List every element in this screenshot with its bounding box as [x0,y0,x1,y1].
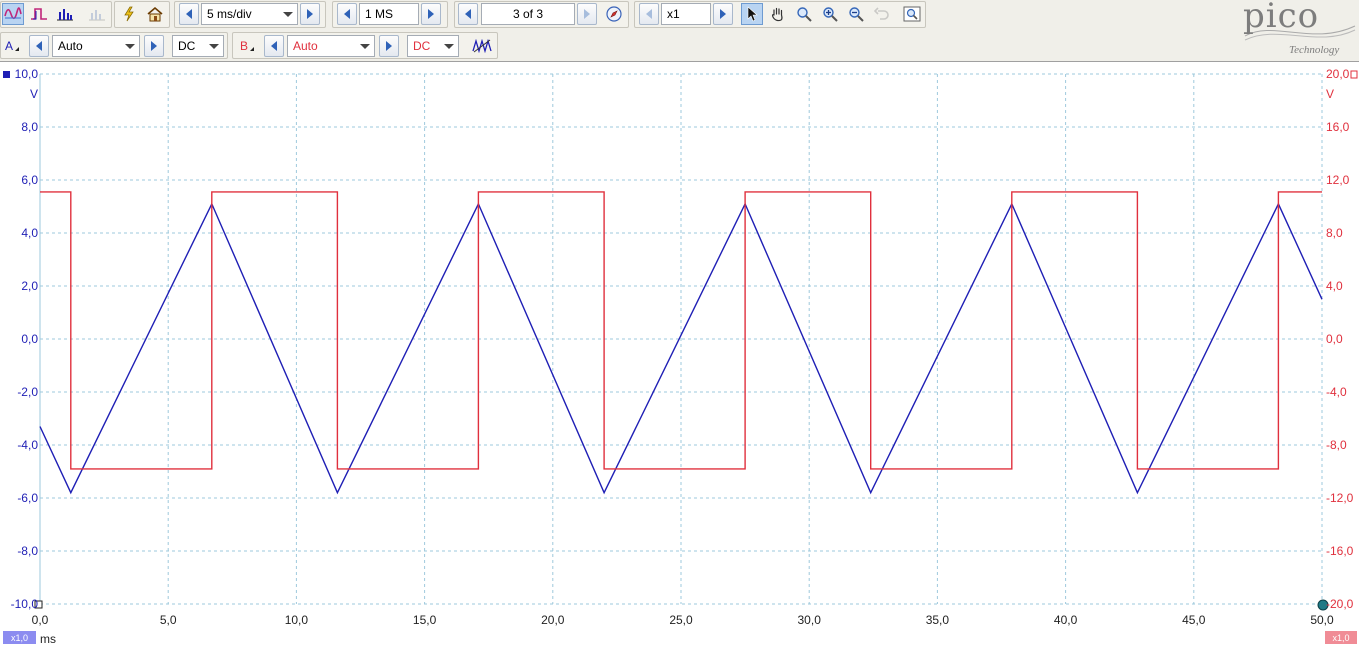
x-tick-label: 45,0 [1182,613,1206,627]
y-right-tick-label: -4,0 [1326,385,1347,399]
x-tick-label: 50,0 [1310,613,1334,627]
y-left-tick-label: 6,0 [21,173,38,187]
y-right-tick-label: 20,0 [1326,67,1350,81]
right-scale-badge: x1,0 [1325,631,1357,644]
x-tick-label: 35,0 [925,613,950,627]
y-left-tick-label: -8,0 [17,544,38,558]
y-left-tick-label: 10,0 [14,67,38,81]
y-right-tick-label: 0,0 [1326,332,1343,346]
y-right-tick-label: 16,0 [1326,120,1350,134]
x-tick-label: 5,0 [159,613,177,627]
y-left-tick-label: -4,0 [17,438,38,452]
y-right-tick-label: 12,0 [1326,173,1350,187]
time-unit: ms [40,632,56,646]
y-right-tick-label: -12,0 [1326,491,1354,505]
y-right-tick-label: -8,0 [1326,438,1347,452]
x-tick-label: 0,0 [31,613,49,627]
y-left-tick-label: 2,0 [21,279,38,293]
y-right-tick-label: 4,0 [1326,279,1343,293]
y-left-tick-label: 8,0 [21,120,38,134]
x-tick-label: 10,0 [284,613,309,627]
scope-plot[interactable] [0,0,1359,648]
x-tick-label: 30,0 [797,613,821,627]
x-tick-label: 40,0 [1053,613,1078,627]
series-line-a [39,202,1323,495]
y-right-tick-label: 8,0 [1326,226,1343,240]
x-tick-label: 15,0 [412,613,437,627]
y-right-tick-label: -20,0 [1326,597,1354,611]
y-left-tick-label: -2,0 [17,385,38,399]
y-left-tick-label: -6,0 [17,491,38,505]
y-right-tick-label: -16,0 [1326,544,1354,558]
channel-a-unit: V [30,87,39,101]
y-left-tick-label: 0,0 [21,332,38,346]
x-tick-label: 20,0 [541,613,565,627]
channel-b-unit: V [1326,87,1335,101]
y-left-tick-label: 4,0 [21,226,38,240]
x-scale-badge: x1,0 [3,631,36,644]
channel-b-marker [1350,70,1358,79]
y-left-tick-label: -10,0 [10,597,38,611]
x-tick-label: 25,0 [669,613,693,627]
